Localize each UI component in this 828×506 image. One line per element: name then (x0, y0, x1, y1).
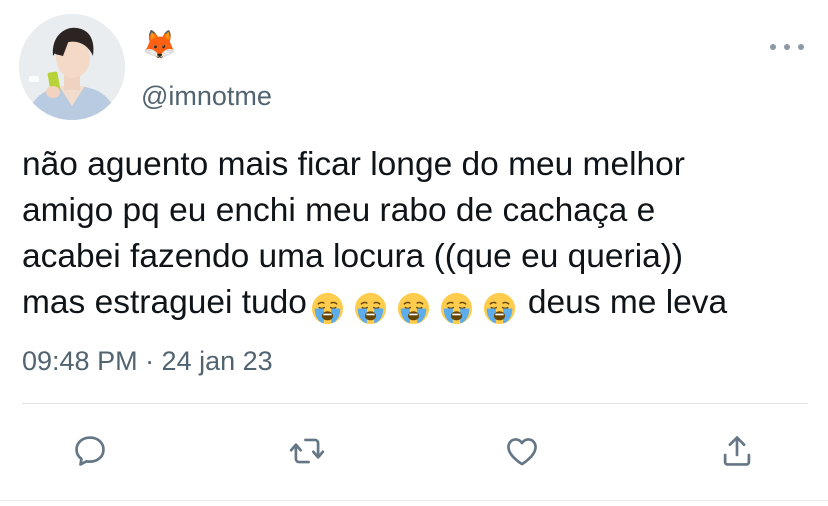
like-icon (507, 438, 537, 466)
tweet-text-line: mas estraguei tudo deus me leva (22, 280, 812, 330)
tweet-text-line: não aguento mais ficar longe do meu melh… (22, 146, 685, 183)
avatar[interactable] (19, 14, 125, 120)
tweet-text-line: acabei fazendo uma locura ((que eu queri… (22, 238, 684, 275)
user-handle[interactable]: @imnotme (141, 80, 272, 112)
retweet-icon (289, 438, 325, 464)
loudly-crying-face-emoji (483, 292, 516, 324)
loudly-crying-face-emoji (311, 292, 344, 324)
retweet-button[interactable] (286, 430, 328, 472)
divider (0, 500, 828, 501)
divider (22, 403, 808, 404)
more-options-icon[interactable] (770, 40, 804, 54)
tweet-timestamp[interactable]: 09:48 PM · 24 jan 23 (22, 346, 273, 377)
avatar-photo (19, 14, 125, 120)
share-icon (723, 436, 751, 466)
loudly-crying-face-emoji (440, 292, 473, 324)
like-button[interactable] (501, 430, 543, 472)
display-name[interactable]: 🦊 (142, 30, 177, 60)
tweet-text-line: amigo pq eu enchi meu rabo de cachaça e (22, 192, 656, 229)
tweet-card: 🦊 @imnotme não aguento mais ficar longe … (0, 0, 828, 506)
reply-icon (75, 436, 105, 466)
tweet-text-segment: mas estraguei tudo (22, 284, 307, 321)
emoji-group (311, 284, 522, 330)
tweet-text: não aguento mais ficar longe do meu melh… (22, 142, 812, 330)
loudly-crying-face-emoji (397, 292, 430, 324)
tweet-text-segment: deus me leva (527, 284, 728, 321)
share-button[interactable] (716, 430, 758, 472)
loudly-crying-face-emoji (354, 292, 387, 324)
reply-button[interactable] (69, 430, 111, 472)
